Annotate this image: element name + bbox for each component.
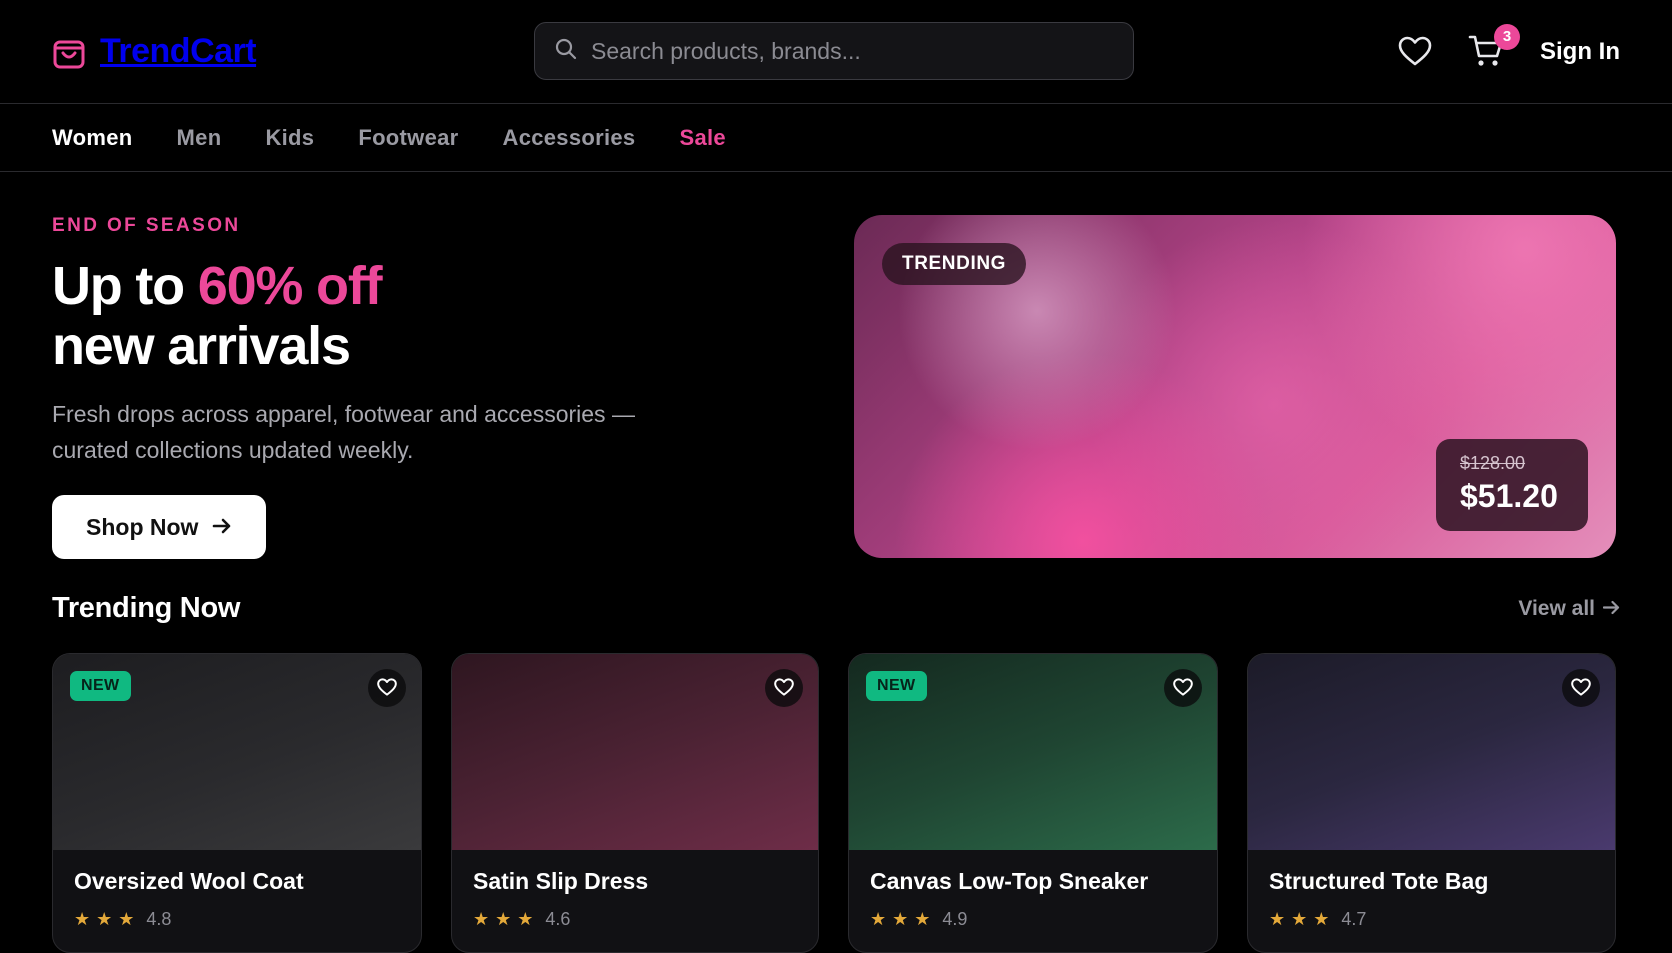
hero-section: END OF SEASON Up to 60% off new arrivals… — [0, 172, 1672, 592]
star-icon: ★ — [517, 909, 534, 929]
cart-count-badge: 3 — [1494, 23, 1520, 50]
headline-prefix: Up to — [52, 256, 198, 316]
nav-item-women[interactable]: Women — [52, 125, 133, 151]
arrow-right-icon — [1602, 597, 1620, 621]
new-badge: NEW — [866, 671, 927, 701]
product-rating: ★ ★ ★ 4.9 — [870, 909, 1196, 930]
star-icon: ★ — [96, 909, 113, 929]
category-nav: Women Men Kids Footwear Accessories Sale — [0, 104, 1672, 172]
nav-item-men[interactable]: Men — [177, 125, 222, 151]
star-icon: ★ — [473, 909, 490, 929]
star-icon: ★ — [495, 909, 512, 929]
star-icon: ★ — [74, 909, 91, 929]
star-icon: ★ — [870, 909, 887, 929]
product-rating: ★ ★ ★ 4.7 — [1269, 909, 1594, 930]
product-name: Canvas Low-Top Sneaker — [870, 868, 1149, 894]
shop-now-button[interactable]: Shop Now — [52, 495, 267, 559]
nav-item-footwear[interactable]: Footwear — [358, 125, 458, 151]
product-image: NEW — [849, 654, 1217, 850]
search-input[interactable] — [591, 37, 1113, 65]
product-card[interactable]: NEW Canvas Low-Top Sneaker ★ ★ ★ 4.9 — [848, 653, 1218, 953]
rating-value: 4.8 — [146, 909, 172, 929]
hero-subcopy: Fresh drops across apparel, footwear and… — [52, 401, 635, 463]
view-all-link[interactable]: View all — [1518, 597, 1620, 621]
product-image: NEW — [53, 654, 421, 850]
arrow-right-icon — [212, 514, 232, 541]
heart-icon — [1571, 677, 1591, 699]
product-info: Satin Slip Dress ★ ★ ★ 4.6 — [452, 850, 818, 948]
nav-item-kids[interactable]: Kids — [265, 125, 314, 151]
view-all-label: View all — [1518, 596, 1595, 620]
wishlist-button[interactable] — [1398, 36, 1432, 69]
favorite-button[interactable] — [765, 669, 803, 707]
brand-name: TrendCart — [100, 32, 257, 70]
trending-tag: TRENDING — [882, 243, 1027, 285]
product-card[interactable]: Satin Slip Dress ★ ★ ★ 4.6 — [451, 653, 819, 953]
trending-title: Trending Now — [52, 592, 241, 624]
headline-discount: 60% off — [197, 256, 383, 316]
promo-price-box: $128.00 $51.20 — [1436, 439, 1588, 531]
trending-header: Trending Now View all — [52, 592, 1620, 625]
product-image — [1248, 654, 1615, 850]
search-bar — [534, 22, 1134, 80]
product-image — [452, 654, 818, 850]
rating-value: 4.7 — [1341, 909, 1367, 929]
top-header: TrendCart Search products, brands... 3 S… — [0, 0, 1672, 104]
shopping-bag-icon — [52, 34, 86, 70]
cart-button[interactable]: 3 — [1468, 23, 1520, 71]
product-info: Oversized Wool Coat ★ ★ ★ 4.8 — [53, 850, 421, 948]
search-icon — [555, 38, 577, 65]
star-icon: ★ — [892, 909, 909, 929]
product-name: Oversized Wool Coat — [74, 868, 304, 894]
product-rating: ★ ★ ★ 4.8 — [74, 909, 400, 930]
headline-line2: new arrivals — [52, 316, 351, 376]
favorite-button[interactable] — [1562, 669, 1600, 707]
promo-banner[interactable]: TRENDING $128.00 $51.20 — [854, 215, 1616, 558]
product-info: Structured Tote Bag ★ ★ ★ 4.7 — [1248, 850, 1615, 948]
nav-item-sale[interactable]: Sale — [679, 125, 725, 151]
product-name: Structured Tote Bag — [1269, 868, 1489, 894]
nav-item-accessories[interactable]: Accessories — [503, 125, 636, 151]
rating-value: 4.6 — [545, 909, 571, 929]
rating-value: 4.9 — [942, 909, 968, 929]
product-rating: ★ ★ ★ 4.6 — [473, 909, 797, 930]
star-icon: ★ — [1269, 909, 1286, 929]
hero-headline: Up to 60% off new arrivals — [52, 256, 383, 376]
hero-eyebrow: END OF SEASON — [52, 215, 241, 236]
star-icon: ★ — [1313, 909, 1330, 929]
sale-price: $51.20 — [1460, 478, 1558, 514]
original-price: $128.00 — [1460, 453, 1526, 473]
shop-now-label: Shop Now — [86, 513, 199, 540]
heart-icon — [1398, 36, 1432, 69]
heart-icon — [774, 677, 794, 699]
product-info: Canvas Low-Top Sneaker ★ ★ ★ 4.9 — [849, 850, 1217, 948]
product-card[interactable]: Structured Tote Bag ★ ★ ★ 4.7 — [1247, 653, 1616, 953]
heart-icon — [1173, 677, 1193, 699]
favorite-button[interactable] — [1164, 669, 1202, 707]
header-actions: 3 Sign In — [1398, 0, 1620, 104]
product-name: Satin Slip Dress — [473, 868, 649, 894]
favorite-button[interactable] — [368, 669, 406, 707]
product-card[interactable]: NEW Oversized Wool Coat ★ ★ ★ 4.8 — [52, 653, 422, 953]
heart-icon — [377, 677, 397, 699]
brand-logo-link[interactable]: TrendCart — [52, 32, 257, 71]
star-icon: ★ — [1291, 909, 1308, 929]
star-icon: ★ — [118, 909, 135, 929]
star-icon: ★ — [914, 909, 931, 929]
sign-in-link[interactable]: Sign In — [1540, 38, 1620, 66]
new-badge: NEW — [70, 671, 131, 701]
